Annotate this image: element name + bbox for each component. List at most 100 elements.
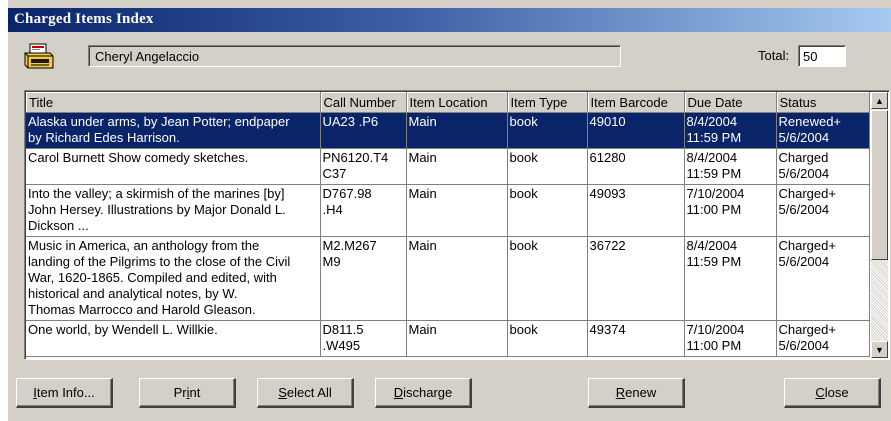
total-label: Total: (758, 48, 790, 63)
col-item-barcode[interactable]: Item Barcode (587, 92, 685, 113)
status-cell-line: 5/6/2004 (778, 202, 830, 217)
call-number-cell-line: PN6120.T4 (322, 150, 389, 165)
title-cell-line: One world, by Wendell L. Willkie. (28, 322, 218, 337)
title-cell-line: Dickson ... (28, 218, 89, 233)
item-barcode-cell: 49010 (587, 112, 685, 149)
col-title[interactable]: Title (26, 92, 321, 113)
title-cell-line: landing of the Pilgrims to the close of … (28, 254, 291, 269)
due-date-cell-line: 7/10/2004 (686, 186, 745, 201)
due-date-cell: 8/4/2004 11:59 PM (684, 236, 777, 321)
discharge-button[interactable]: Discharge (375, 378, 472, 408)
select-all-button[interactable]: Select All (257, 378, 354, 408)
title-cell: Carol Burnett Show comedy sketches. (26, 148, 321, 185)
status-cell: Charged 5/6/2004 (776, 148, 870, 185)
status-cell: Charged+ 5/6/2004 (776, 236, 870, 321)
table-row[interactable]: Into the valley; a skirmish of the marin… (26, 184, 870, 237)
total-field[interactable]: 50 (798, 45, 846, 67)
col-call-number[interactable]: Call Number (320, 92, 407, 113)
due-date-cell: 7/10/2004 11:00 PM (684, 320, 777, 357)
item-barcode-cell: 49374 (587, 320, 685, 357)
call-number-cell: M2.M267 M9 (320, 236, 407, 321)
due-date-cell: 8/4/2004 11:59 PM (684, 112, 777, 149)
item-location-cell: Main (406, 184, 508, 237)
col-item-type[interactable]: Item Type (507, 92, 588, 113)
title-cell: Music in America, an anthology from the l… (26, 236, 321, 321)
col-status[interactable]: Status (776, 92, 870, 113)
item-barcode-cell: 61280 (587, 148, 685, 185)
item-barcode-cell: 36722 (587, 236, 685, 321)
close-button[interactable]: Close (784, 378, 881, 408)
call-number-cell-line: D811.5 (322, 322, 364, 337)
due-date-cell-line: 11:59 PM (686, 130, 742, 145)
scrollbar-thumb[interactable] (871, 110, 888, 260)
status-cell-line: Charged+ (778, 322, 836, 337)
title-cell-line: Alaska under arms, by Jean Potter; endpa… (28, 114, 290, 129)
call-number-cell: PN6120.T4 C37 (320, 148, 407, 185)
title-cell: Into the valley; a skirmish of the marin… (26, 184, 321, 237)
call-number-cell: D811.5 .W495 (320, 320, 407, 357)
item-location-cell: Main (406, 236, 508, 321)
item-location-cell: Main (406, 320, 508, 357)
due-date-cell: 7/10/2004 11:00 PM (684, 184, 777, 237)
due-date-cell-line: 7/10/2004 (686, 322, 745, 337)
item-type-cell: book (507, 184, 588, 237)
due-date-cell-line: 11:59 PM (686, 166, 742, 181)
title-cell: One world, by Wendell L. Willkie. (26, 320, 321, 357)
charged-items-table[interactable]: Title Call Number Item Location Item Typ… (24, 90, 890, 360)
status-cell-line: Charged+ (778, 186, 836, 201)
printer-icon (24, 43, 54, 69)
title-cell-line: historical and analytical notes, by W. (28, 286, 238, 301)
call-number-cell-line: C37 (322, 166, 347, 181)
status-cell-line: Charged (778, 150, 829, 165)
col-item-location[interactable]: Item Location (406, 92, 508, 113)
status-cell-line: 5/6/2004 (778, 338, 830, 353)
item-barcode-cell: 49093 (587, 184, 685, 237)
table-header: Title Call Number Item Location Item Typ… (26, 92, 870, 113)
window-title: Charged Items Index (14, 11, 154, 27)
col-due-date[interactable]: Due Date (684, 92, 777, 113)
title-cell-line: Carol Burnett Show comedy sketches. (28, 150, 249, 165)
call-number-cell-line: .H4 (322, 202, 343, 217)
item-type-cell: book (507, 236, 588, 321)
call-number-cell-line: M2.M267 (322, 238, 377, 253)
status-cell-line: 5/6/2004 (778, 254, 830, 269)
status-cell-line: Renewed+ (778, 114, 842, 129)
charged-items-window: Charged Items Index Cheryl Angelaccio To… (8, 0, 891, 421)
status-cell-line: 5/6/2004 (778, 166, 830, 181)
vertical-scrollbar[interactable]: ▲ ▼ (871, 92, 888, 358)
due-date-cell-line: 8/4/2004 (686, 150, 738, 165)
due-date-cell-line: 8/4/2004 (686, 114, 738, 129)
items-table: Title Call Number Item Location Item Typ… (26, 92, 870, 357)
renew-button[interactable]: Renew (588, 378, 685, 408)
call-number-cell-line: UA23 .P6 (322, 114, 379, 129)
title-cell-line: War, 1620-1865. Compiled and edited, wit… (28, 270, 277, 285)
title-cell-line: Into the valley; a skirmish of the marin… (28, 186, 285, 201)
status-cell: Renewed+ 5/6/2004 (776, 112, 870, 149)
title-cell-line: John Hersey. Illustrations by Major Dona… (28, 202, 286, 217)
print-button[interactable]: Print (139, 378, 236, 408)
patron-name-field: Cheryl Angelaccio (88, 45, 621, 67)
title-bar[interactable]: Charged Items Index (8, 8, 891, 32)
call-number-cell: UA23 .P6 (320, 112, 407, 149)
table-row[interactable]: Alaska under arms, by Jean Potter; endpa… (26, 112, 870, 149)
table-row[interactable]: Music in America, an anthology from the l… (26, 236, 870, 321)
item-info-button[interactable]: Item Info... (16, 378, 113, 408)
arrow-up-icon[interactable]: ▲ (871, 92, 888, 109)
call-number-cell: D767.98 .H4 (320, 184, 407, 237)
table-row[interactable]: One world, by Wendell L. Willkie. D811.5.… (26, 320, 870, 357)
item-type-cell: book (507, 320, 588, 357)
item-location-cell: Main (406, 148, 508, 185)
due-date-cell: 8/4/2004 11:59 PM (684, 148, 777, 185)
call-number-cell-line: M9 (322, 254, 341, 269)
title-cell: Alaska under arms, by Jean Potter; endpa… (26, 112, 321, 149)
due-date-cell-line: 11:00 PM (686, 202, 742, 217)
title-cell-line: Thomas Marrocco and Harold Gleason. (28, 302, 256, 317)
item-type-cell: book (507, 112, 588, 149)
table-row[interactable]: Carol Burnett Show comedy sketches. PN612… (26, 148, 870, 185)
status-cell-line: Charged+ (778, 238, 836, 253)
title-cell-line: by Richard Edes Harrison. (28, 130, 180, 145)
title-cell-line: Music in America, an anthology from the (28, 238, 260, 253)
arrow-down-icon[interactable]: ▼ (871, 341, 888, 358)
call-number-cell-line: .W495 (322, 338, 361, 353)
due-date-cell-line: 11:59 PM (686, 254, 742, 269)
